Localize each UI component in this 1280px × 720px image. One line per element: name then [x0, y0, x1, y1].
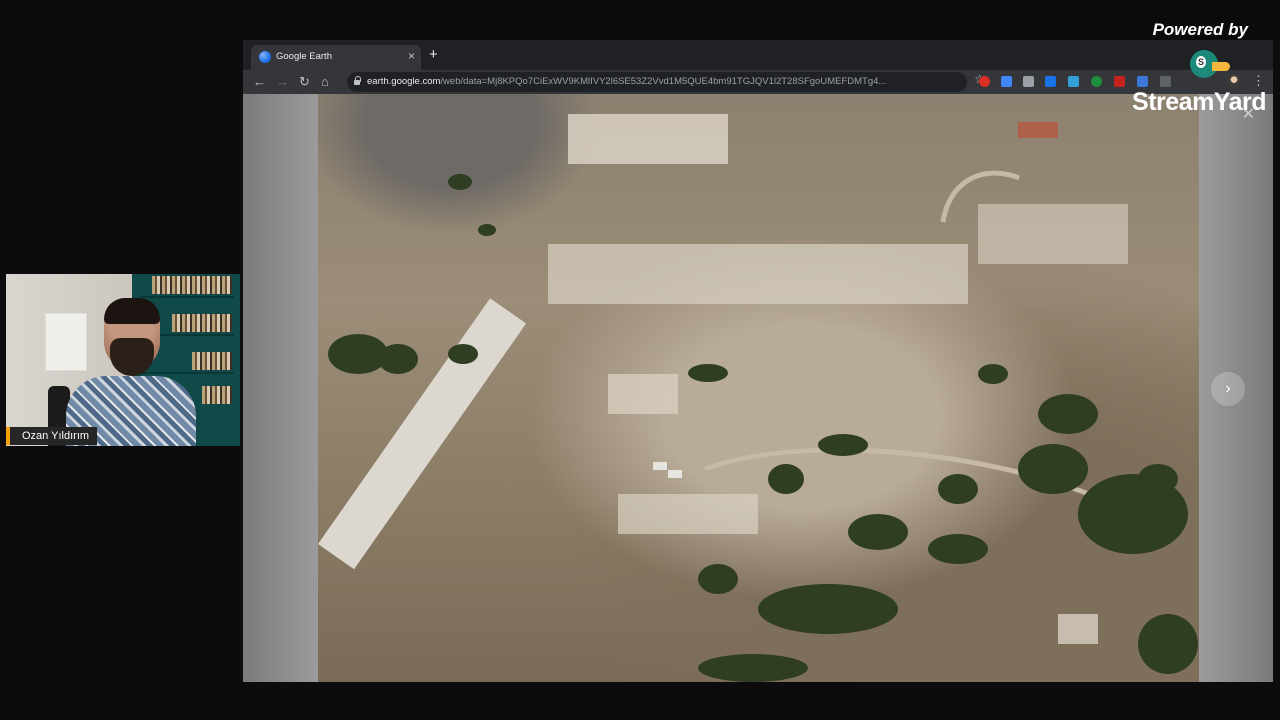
parked-van — [653, 462, 667, 470]
lock-icon — [354, 76, 361, 85]
aerial-photo-ruins — [318, 94, 1199, 682]
address-bar[interactable]: earth.google.com/web/data=Mj8KPQo7CiExWV… — [347, 72, 985, 92]
extension-icon[interactable] — [1001, 76, 1012, 87]
parked-van — [668, 470, 682, 478]
tab-title: Google Earth — [276, 51, 332, 62]
extension-icon[interactable] — [979, 76, 990, 87]
extension-icon[interactable] — [1091, 76, 1102, 87]
blurred-backdrop-left — [243, 94, 318, 682]
tab-google-earth[interactable]: Google Earth × — [251, 45, 421, 70]
google-earth-photo-viewer: › ✕ — [243, 94, 1273, 682]
back-arrow-icon[interactable]: ← — [253, 73, 266, 91]
browser-window: Google Earth × + ← → ↻ ⌂ earth.google.co… — [243, 40, 1273, 682]
logo-badge: S — [1196, 56, 1206, 68]
reload-icon[interactable]: ↻ — [299, 73, 310, 91]
participant-name-tag: Ozan Yıldırım — [6, 427, 98, 445]
forward-arrow-icon[interactable]: → — [276, 73, 289, 91]
extension-icon[interactable] — [1023, 76, 1034, 87]
close-tab-icon[interactable]: × — [408, 49, 415, 63]
streamyard-duck-logo-icon: S — [1186, 48, 1230, 82]
powered-by-label: Powered by — [1152, 20, 1248, 39]
stream-stage: Ozan Yıldırım Google Earth × + ← → ↻ ⌂ e… — [0, 0, 1280, 720]
streamyard-branding: Powered by S StreamYard — [1116, 20, 1266, 130]
extension-icon[interactable] — [1068, 76, 1079, 87]
next-photo-button[interactable]: › — [1211, 372, 1245, 406]
presenter — [66, 298, 196, 446]
streamyard-wordmark: StreamYard — [1132, 88, 1266, 116]
url-text: earth.google.com/web/data=Mj8KPQo7CiExWV… — [367, 76, 887, 87]
google-earth-icon — [259, 51, 271, 63]
home-icon[interactable]: ⌂ — [321, 73, 329, 91]
extension-icon[interactable] — [1045, 76, 1056, 87]
webcam-tile — [6, 274, 240, 446]
new-tab-button[interactable]: + — [429, 46, 438, 63]
